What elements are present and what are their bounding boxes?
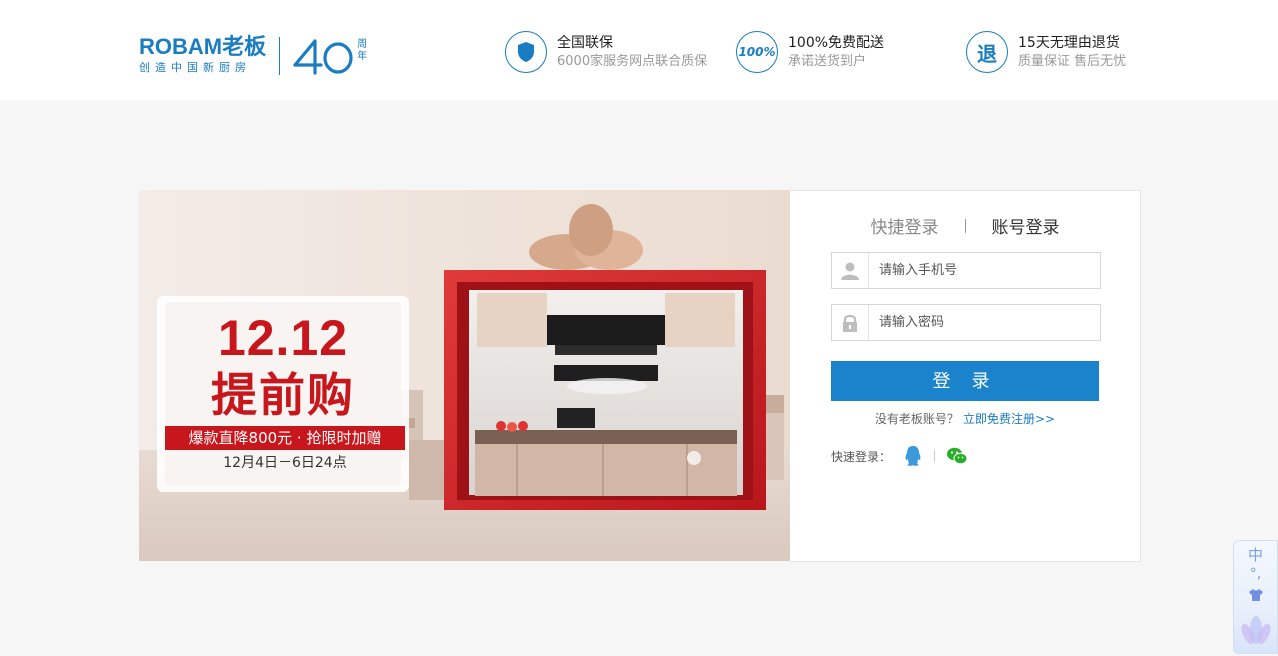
promise-subtitle: 质量保证 售后无忧: [1018, 54, 1127, 69]
wechat-icon[interactable]: [946, 446, 968, 466]
promise-warranty: 全国联保 6000家服务网点联合质保: [505, 30, 707, 74]
ime-toolbar[interactable]: 中 °,: [1233, 540, 1278, 654]
logo-brand-name: ROBAM老板: [139, 34, 267, 59]
phone-field: [831, 252, 1101, 289]
logo-divider: [279, 37, 281, 75]
logo-tagline: 创造中国新厨房: [139, 61, 251, 74]
promise-subtitle: 6000家服务网点联合质保: [557, 54, 708, 69]
promise-subtitle: 承诺送货到户: [788, 54, 867, 69]
shield-icon: [505, 31, 547, 73]
hundred-percent-icon-text: 100%: [738, 45, 776, 59]
quick-login-separator: [934, 450, 936, 462]
robam-logo[interactable]: ROBAM老板 创造中国新厨房 周 年: [139, 35, 367, 79]
login-button[interactable]: 登 录: [831, 361, 1099, 401]
register-row: 没有老板账号？ 立即免费注册>>: [790, 410, 1140, 427]
promo-banner[interactable]: 12.12 提前购 爆款直降800元 · 抢限时加赠 12月4日－6日24点: [139, 190, 790, 561]
banner-period: 12月4日－6日24点: [223, 455, 347, 471]
anniversary-mark: 周 年: [293, 35, 367, 75]
banner-ribbon: 爆款直降800元 · 抢限时加赠: [188, 429, 382, 447]
user-icon: [832, 253, 869, 288]
password-field: [831, 304, 1101, 341]
ime-punctuation-toggle[interactable]: °,: [1250, 566, 1261, 582]
hundred-percent-icon: 100%: [736, 31, 778, 73]
ime-mode-toggle[interactable]: 中: [1248, 546, 1263, 564]
register-link[interactable]: 立即免费注册>>: [963, 412, 1055, 426]
quick-login-label: 快速登录：: [831, 449, 892, 464]
promise-delivery-text: 100%免费配送 承诺送货到户: [788, 33, 884, 71]
no-account-text: 没有老板账号？: [874, 412, 959, 426]
site-header: ROBAM老板 创造中国新厨房 周 年 全国联保 6000家服务网点联合质保 1…: [0, 0, 1278, 100]
anniversary-unit-top: 周: [357, 39, 368, 50]
banner-date: 12.12: [217, 310, 349, 366]
quick-login-row: 快速登录：: [831, 445, 968, 467]
password-input[interactable]: [869, 306, 1100, 339]
return-icon-text: 退: [977, 41, 997, 66]
tab-separator: [964, 218, 966, 233]
tab-quick-login[interactable]: 快捷登录: [871, 213, 939, 238]
promise-title: 15天无理由退货: [1018, 35, 1120, 51]
login-panel: 快捷登录 账号登录 登 录 没有老板账号？ 立即免费注册>> 快速登录：: [790, 190, 1141, 562]
shirt-icon[interactable]: [1248, 588, 1264, 602]
promise-return: 退 15天无理由退货 质量保证 售后无忧: [966, 30, 1126, 74]
phone-input[interactable]: [869, 254, 1100, 287]
logo-brand: ROBAM老板 创造中国新厨房: [139, 35, 266, 75]
banner-headline: 提前购: [211, 368, 355, 422]
anniversary-unit: 周 年: [357, 39, 367, 63]
anniversary-40-graphic: [293, 39, 353, 75]
qq-icon[interactable]: [903, 445, 923, 467]
promise-title: 100%免费配送: [788, 35, 885, 51]
promise-warranty-text: 全国联保 6000家服务网点联合质保: [557, 33, 707, 71]
promise-title: 全国联保: [557, 35, 613, 51]
lock-icon: [832, 305, 869, 340]
tab-account-login[interactable]: 账号登录: [992, 213, 1060, 238]
flower-icon: [1238, 608, 1274, 648]
return-icon: 退: [966, 31, 1008, 73]
login-tabs: 快捷登录 账号登录: [790, 213, 1140, 238]
anniversary-unit-bottom: 年: [357, 51, 368, 62]
promise-return-text: 15天无理由退货 质量保证 售后无忧: [1018, 33, 1126, 71]
promise-delivery: 100% 100%免费配送 承诺送货到户: [736, 30, 884, 74]
